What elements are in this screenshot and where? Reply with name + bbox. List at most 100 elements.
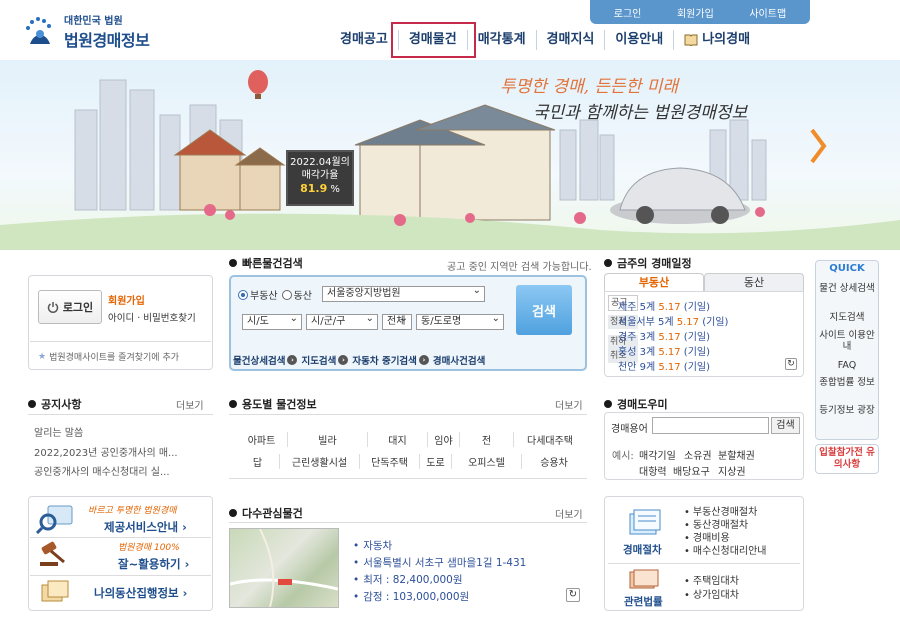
link-detail-search[interactable]: 물건상세검색 › [233,353,298,367]
next-slide-arrow-icon[interactable] [808,128,828,164]
quick-map-search[interactable]: 지도검색 [817,312,877,323]
glossary-word[interactable]: 분할채권 [718,447,755,462]
category-car[interactable]: 승용차 [522,454,586,469]
notice-item[interactable]: 2022,2023년 공인중개사의 매... [34,444,178,459]
glossary-title-text: 경매도우미 [617,398,668,411]
schedule-row[interactable]: 천안 9계 5.17 (기일) [618,358,710,373]
item-type[interactable]: 자동차 [353,538,392,553]
nav-auction-items[interactable]: 경매물건 [390,22,476,58]
procedure-label[interactable]: 경매절차 [623,542,662,557]
glossary-example-label: 예시: [612,451,634,462]
notice-item[interactable]: 알리는 말씀 [34,424,83,439]
glossary-word[interactable]: 매각기일 [639,447,676,462]
category-land[interactable]: 대지 [368,432,428,447]
category-road[interactable]: 도로 [420,454,452,469]
sigungu-select[interactable]: 시/군/구 [306,314,378,330]
nav-my-auction-label: 나의경매 [702,32,751,47]
category-officetel[interactable]: 오피스텔 [452,454,522,469]
schedule-title: 금주의 경매일정 [604,255,692,271]
glossary-word[interactable]: 소유권 [684,447,712,462]
radio-movable-label: 동산 [293,291,313,302]
category-villa[interactable]: 빌라 [288,432,368,447]
nav-auction-notice[interactable]: 경매공고 [330,30,399,50]
link-map-search-label: 지도검색 [301,355,337,367]
tab-realestate[interactable]: 부동산 [604,273,704,291]
refresh-icon[interactable]: ↻ [785,358,797,370]
schedule-row[interactable]: 제주 5계 5.17 (기일) [618,298,710,313]
radio-realestate[interactable] [238,289,248,300]
sido-select[interactable]: 시/도 [242,314,302,330]
procedure-link[interactable]: 부동산경매절차 [684,507,757,519]
schedule-title-text: 금주의 경매일정 [617,257,692,270]
quick-detail-search[interactable]: 물건 상세검색 [817,283,877,294]
banner2-label: 잘~활용하기 [118,557,181,571]
dong-select[interactable]: 전체 [382,314,412,330]
road-select[interactable]: 동/도로명 [416,314,504,330]
category-detached-house[interactable]: 단독주택 [360,454,420,469]
multi-interest-more-link[interactable]: 더보기 [555,506,583,521]
schedule-date: 5.17 [658,362,681,373]
schedule-row[interactable]: 경주 3계 5.17 (기일) [618,328,710,343]
law-label[interactable]: 관련법률 [624,594,663,609]
tab-movable[interactable]: 동산 [704,273,804,291]
bid-notice-link[interactable]: 입찰참가전 유의사항 [815,444,879,474]
category-paddy[interactable]: 답 [236,454,280,469]
join-link[interactable]: 회원가입 [677,5,714,20]
nav-my-auction[interactable]: 나의경매 [674,30,760,50]
schedule-row[interactable]: 서울서부 5계 5.17 (기일) [618,313,728,328]
law-link[interactable]: 상가임대차 [684,590,739,602]
court-select[interactable]: 서울중앙지방법원 [322,286,485,302]
category-apartment[interactable]: 아파트 [236,432,288,447]
quick-faq[interactable]: FAQ [817,360,877,371]
favorite-link[interactable]: ★ 법원경매사이트를 즐겨찾기에 추가 [38,350,179,364]
item-appraisal: 감정 : 103,000,000원 [353,589,469,604]
site-logo[interactable]: 대한민국 법원 법원경매정보 [22,12,150,51]
category-neighborhood[interactable]: 근린생활시설 [280,454,360,469]
quick-law-info[interactable]: 종합법률 정보 [817,377,877,388]
procedure-link[interactable]: 동산경매절차 [684,520,748,532]
procedure-link[interactable]: 매수신청대리안내 [684,546,767,558]
category-multi-house[interactable]: 다세대주택 [514,432,586,447]
banner-usage-tips[interactable]: 잘~활용하기 › [118,556,189,572]
schedule-date: 5.17 [658,347,681,358]
glossary-word[interactable]: 지상권 [718,463,746,478]
link-case-search-label: 경매사건검색 [432,355,486,367]
find-account-link[interactable]: 아이디 · 비밀번호찾기 [108,310,196,324]
glossary-search-button[interactable]: 검색 [771,417,800,434]
section-bullet-icon [229,259,237,267]
nav-auction-knowledge[interactable]: 경매지식 [537,30,606,50]
login-button[interactable]: 로그인 [38,290,102,324]
notice-item[interactable]: 공인중개사의 매수신청대리 실... [34,463,170,478]
schedule-row[interactable]: 홍성 3계 5.17 (기일) [618,343,710,358]
law-link[interactable]: 주택임대차 [684,576,739,588]
quick-menu-title: QUICK [829,263,865,274]
nav-sale-stats[interactable]: 매각통계 [468,30,537,50]
item-address[interactable]: 서울특별시 서초구 샘마을1길 1-431 [353,555,526,570]
category-field[interactable]: 전 [460,432,514,447]
nav-usage-guide[interactable]: 이용안내 [605,30,675,50]
notice-more-link[interactable]: 더보기 [176,397,204,412]
category-more-link[interactable]: 더보기 [555,397,583,412]
link-map-search[interactable]: 지도검색 › [301,353,349,367]
refresh-icon[interactable]: ↻ [566,588,580,602]
banner-movable-execution[interactable]: 나의동산집행정보 › [94,585,187,601]
sitemap-link[interactable]: 사이트맵 [749,5,786,20]
procedure-link[interactable]: 경매비용 [684,533,730,545]
quick-registry-info[interactable]: 등기정보 광장 [817,405,877,416]
radio-movable[interactable] [281,289,292,300]
location-map[interactable] [229,528,339,608]
hero-banner [0,60,900,250]
glossary-input[interactable] [652,417,769,434]
arrow-circle-icon: › [338,354,349,365]
join-link-box[interactable]: 회원가입 [108,292,145,307]
login-link[interactable]: 로그인 [614,5,642,20]
link-case-search[interactable]: 경매사건검색 [433,353,485,367]
hero-slogan-2: 국민과 함께하는 법원경매정보 [533,103,748,123]
banner-service-guide[interactable]: 제공서비스안내 › [104,519,187,535]
quick-search-button[interactable]: 검색 [516,285,572,335]
glossary-word[interactable]: 대항력 [639,463,667,478]
category-forest[interactable]: 임야 [428,432,460,447]
quick-usage-guide[interactable]: 사이트 이용안내 [817,330,877,352]
link-vehicle-search[interactable]: 자동차 중기검색 › [352,353,429,367]
glossary-word[interactable]: 배당요구 [673,463,710,478]
